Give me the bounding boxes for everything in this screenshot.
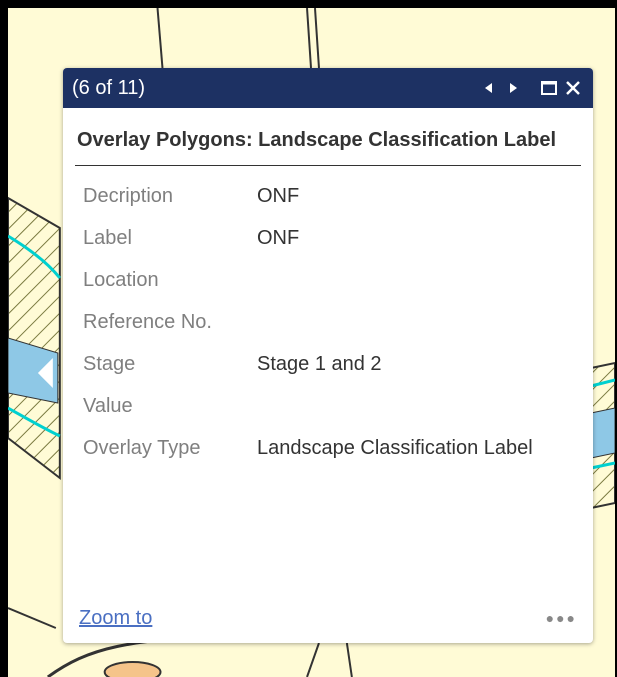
attribute-value: ONF (257, 227, 300, 249)
map-feature-bottom (103, 661, 162, 677)
attribute-row: Location (75, 260, 581, 302)
previous-arrow-icon[interactable] (477, 74, 501, 102)
road-bottom-2 (306, 642, 353, 677)
attribute-row: Value (75, 386, 581, 428)
next-arrow-icon[interactable] (501, 74, 525, 102)
maximize-icon[interactable] (537, 74, 561, 102)
attribute-value: ONF (257, 185, 300, 207)
more-options-icon[interactable]: ●●● (546, 610, 577, 626)
popup-footer: Zoom to ●●● (79, 603, 577, 633)
popup-content: Overlay Polygons: Landscape Classificati… (63, 108, 593, 470)
popup-counter: (6 of 11) (72, 76, 145, 99)
attribute-key: Location (83, 269, 159, 291)
attribute-value (257, 260, 581, 302)
attribute-value (257, 386, 581, 428)
close-icon[interactable] (561, 74, 585, 102)
attribute-key: Label (83, 227, 132, 249)
attribute-row: Decription ONF (75, 176, 581, 218)
attribute-key: Value (83, 395, 133, 417)
attribute-value: Landscape Classification Label (257, 437, 533, 459)
attribute-key: Reference No. (83, 311, 212, 333)
attribute-key: Decription (83, 185, 174, 207)
attribute-row: Overlay Type Landscape Classification La… (75, 428, 581, 470)
attribute-key: Stage (83, 353, 136, 375)
road-top-right (306, 8, 320, 69)
road-left-bottom (8, 607, 57, 629)
attribute-value: Stage 1 and 2 (257, 353, 382, 375)
zoom-to-link[interactable]: Zoom to (79, 607, 152, 630)
feature-popup: (6 of 11) Overlay Polygons: Landscape Cl… (63, 68, 593, 643)
attribute-row: Stage Stage 1 and 2 (75, 344, 581, 386)
attribute-row: Reference No. (75, 302, 581, 344)
road-top-left (156, 8, 164, 69)
attribute-key: Overlay Type (83, 437, 201, 459)
attribute-value (257, 302, 581, 344)
popup-title: Overlay Polygons: Landscape Classificati… (75, 128, 581, 166)
popup-header: (6 of 11) (63, 68, 593, 108)
attribute-row: Label ONF (75, 218, 581, 260)
water-right (590, 407, 615, 459)
attribute-table: Decription ONF Label ONF Location Refere… (75, 176, 581, 470)
map-frame: (6 of 11) Overlay Polygons: Landscape Cl… (0, 0, 617, 677)
